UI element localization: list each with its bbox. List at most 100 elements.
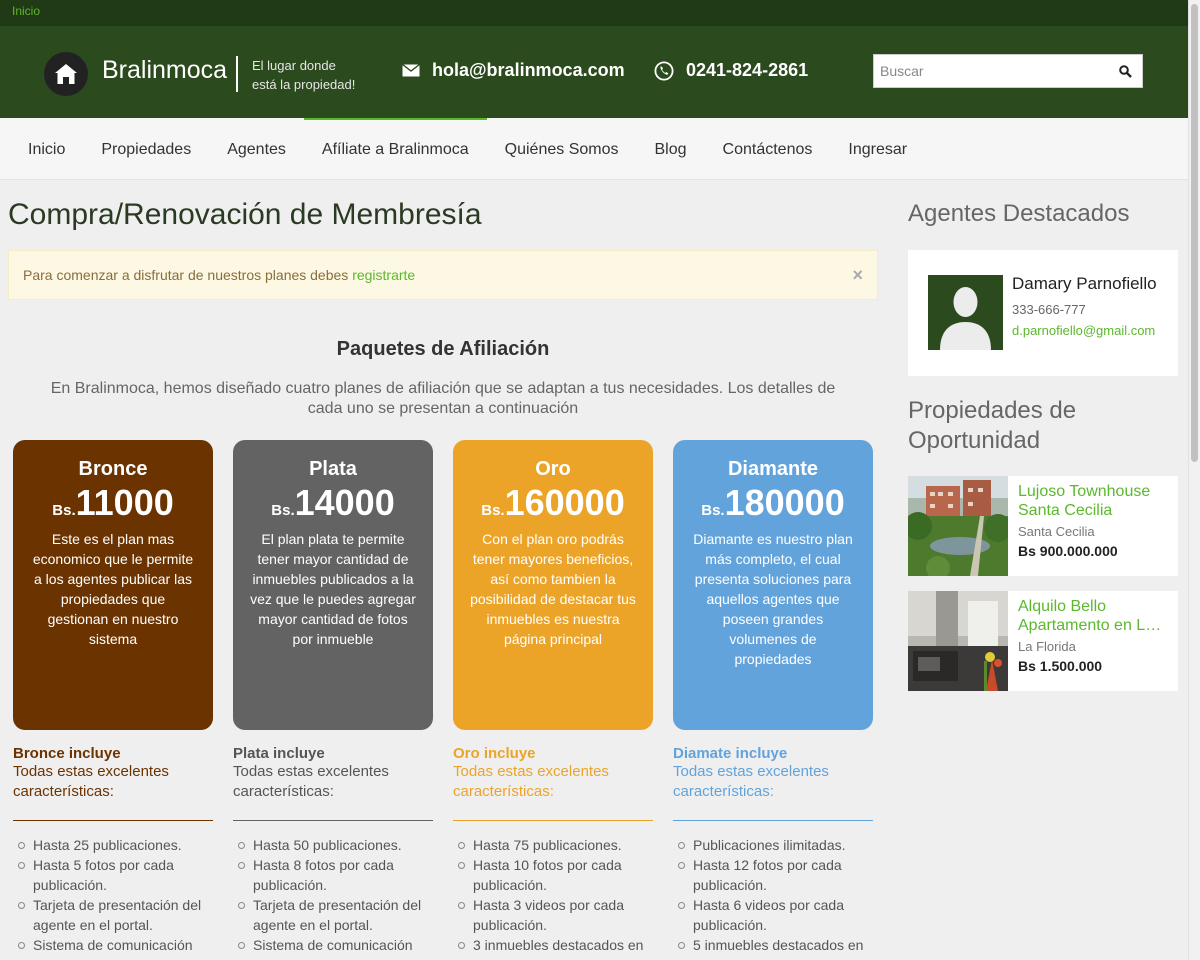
plan-includes-oro: Oro incluye Todas estas excelentes carac… <box>453 745 653 821</box>
search-input[interactable] <box>874 56 1108 86</box>
tagline-line-1: El lugar donde <box>252 58 336 73</box>
list-item: Hasta 3 videos por cada publicación. <box>453 895 653 935</box>
plan-name: Oro <box>535 458 571 480</box>
main-nav: Inicio Propiedades Agentes Afíliate a Br… <box>0 118 1200 180</box>
currency: Bs. <box>271 502 295 519</box>
list-item: Sistema de comunicación <box>13 935 213 955</box>
includes-title: Diamate incluye <box>673 745 788 762</box>
list-item: 3 inmuebles destacados en <box>453 935 653 955</box>
includes-title: Bronce incluye <box>13 745 121 762</box>
search-box <box>873 54 1143 88</box>
property-card[interactable]: Alquilo Bello Apartamento en La Florida … <box>908 591 1178 691</box>
phone-text[interactable]: 0241-824-2861 <box>686 60 808 81</box>
close-icon[interactable]: × <box>852 265 863 286</box>
search-button[interactable] <box>1108 55 1142 87</box>
includes-divider <box>453 820 653 821</box>
includes-title: Plata incluye <box>233 745 325 762</box>
property-title[interactable]: Alquilo Bello Apartamento en La Florida <box>1018 597 1170 635</box>
property-title[interactable]: Lujoso Townhouse Santa Cecilia <box>1018 482 1170 520</box>
breadcrumb-home-link[interactable]: Inicio <box>12 4 40 18</box>
nav-item-quienes-somos[interactable]: Quiénes Somos <box>487 118 637 180</box>
packages-title: Paquetes de Afiliación <box>336 338 550 360</box>
nav-item-inicio[interactable]: Inicio <box>10 118 83 180</box>
brand-name[interactable]: Bralinmoca <box>102 56 227 85</box>
plan-includes-bronce: Bronce incluye Todas estas excelentes ca… <box>13 745 213 821</box>
property-price: Bs 1.500.000 <box>1018 658 1103 674</box>
nav-item-agentes[interactable]: Agentes <box>209 118 304 180</box>
header-email[interactable]: hola@bralinmoca.com <box>402 60 625 81</box>
opportunity-properties-title: Propiedades de Oportunidad <box>908 397 1077 454</box>
list-item: 5 inmuebles destacados en <box>673 935 873 955</box>
register-link[interactable]: registrarte <box>352 267 415 283</box>
list-item: Hasta 12 fotos por cada publicación. <box>673 855 873 895</box>
alert-text: Para comenzar a disfrutar de nuestros pl… <box>23 267 353 283</box>
search-icon <box>1118 64 1132 78</box>
plan-card-plata[interactable]: Plata Bs.14000 El plan plata te permite … <box>233 440 433 730</box>
currency: Bs. <box>701 502 725 519</box>
plan-name: Plata <box>309 458 357 480</box>
scrollbar-thumb[interactable] <box>1191 4 1198 462</box>
list-item: Hasta 25 publicaciones. <box>13 835 213 855</box>
agent-email-link[interactable]: d.parnofiello@gmail.com <box>1012 323 1162 338</box>
feature-list-plata: Hasta 50 publicaciones. Hasta 8 fotos po… <box>233 835 433 955</box>
phone-icon <box>654 60 674 81</box>
plan-name: Diamante <box>727 458 819 480</box>
tagline-line-2: está la propiedad! <box>252 77 356 92</box>
property-info: Alquilo Bello Apartamento en La Florida … <box>1018 597 1170 674</box>
agent-phone: 333-666-777 <box>1012 302 1086 317</box>
feature-list-oro: Hasta 75 publicaciones. Hasta 10 fotos p… <box>453 835 653 955</box>
site-header: Bralinmoca El lugar donde está la propie… <box>0 26 1200 118</box>
agent-name[interactable]: Damary Parnofiello <box>1012 275 1162 293</box>
plan-description: El plan plata te permite tener mayor can… <box>250 531 416 647</box>
plan-price: Bs.14000 <box>233 485 433 529</box>
list-item: Hasta 75 publicaciones. <box>453 835 653 855</box>
plan-name: Bronce <box>78 458 148 480</box>
property-card[interactable]: Lujoso Townhouse Santa Cecilia Santa Cec… <box>908 476 1178 576</box>
page-scrollbar[interactable] <box>1188 0 1200 960</box>
agent-card[interactable]: Damary Parnofiello 333-666-777 d.parnofi… <box>908 250 1178 376</box>
includes-subtitle: Todas estas excelentes características: <box>233 763 389 800</box>
property-location: Santa Cecilia <box>1018 524 1095 539</box>
nav-item-afiliate[interactable]: Afíliate a Bralinmoca <box>303 118 487 180</box>
currency: Bs. <box>52 502 76 519</box>
plan-price: Bs.180000 <box>673 485 873 529</box>
top-bar: Inicio <box>0 0 1200 26</box>
nav-item-propiedades[interactable]: Propiedades <box>83 118 209 180</box>
list-item: Publicaciones ilimitadas. <box>673 835 873 855</box>
price-value: 180000 <box>724 482 845 523</box>
property-image[interactable] <box>908 476 1008 576</box>
includes-subtitle: Todas estas excelentes características: <box>13 763 169 800</box>
currency: Bs. <box>481 502 505 519</box>
includes-divider <box>673 820 873 821</box>
list-item: Tarjeta de presentación del agente en el… <box>233 895 433 935</box>
plan-description: Este es el plan mas economico que le per… <box>32 531 194 647</box>
nav-item-contactenos[interactable]: Contáctenos <box>705 118 831 180</box>
email-text[interactable]: hola@bralinmoca.com <box>432 60 625 81</box>
list-item: Sistema de comunicación <box>233 935 433 955</box>
packages-description: En Bralinmoca, hemos diseñado cuatro pla… <box>50 380 836 417</box>
includes-subtitle: Todas estas excelentes características: <box>673 763 829 800</box>
list-item: Hasta 10 fotos por cada publicación. <box>453 855 653 895</box>
agent-info: Damary Parnofiello 333-666-777 d.parnofi… <box>1012 275 1162 339</box>
plan-includes-diamante: Diamate incluye Todas estas excelentes c… <box>673 745 873 821</box>
list-item: Hasta 5 fotos por cada publicación. <box>13 855 213 895</box>
plan-card-bronce[interactable]: Bronce Bs.11000 Este es el plan mas econ… <box>13 440 213 730</box>
avatar[interactable] <box>928 275 1003 350</box>
home-logo-icon[interactable] <box>44 52 88 96</box>
header-phone[interactable]: 0241-824-2861 <box>654 60 808 81</box>
plan-card-oro[interactable]: Oro Bs.160000 Con el plan oro podrás ten… <box>453 440 653 730</box>
property-price: Bs 900.000.000 <box>1018 543 1118 559</box>
includes-divider <box>13 820 213 821</box>
plan-description: Con el plan oro podrás tener mayores ben… <box>470 531 636 647</box>
feature-list-diamante: Publicaciones ilimitadas. Hasta 12 fotos… <box>673 835 873 955</box>
envelope-icon <box>402 64 420 77</box>
nav-item-ingresar[interactable]: Ingresar <box>830 118 925 180</box>
property-location: La Florida <box>1018 639 1076 654</box>
main-content: Compra/Renovación de Membresía Para come… <box>0 180 1200 960</box>
plan-card-diamante[interactable]: Diamante Bs.180000 Diamante es nuestro p… <box>673 440 873 730</box>
list-item: Hasta 8 fotos por cada publicación. <box>233 855 433 895</box>
property-image[interactable] <box>908 591 1008 691</box>
page-title: Compra/Renovación de Membresía <box>8 198 482 231</box>
nav-item-blog[interactable]: Blog <box>637 118 705 180</box>
list-item: Hasta 6 videos por cada publicación. <box>673 895 873 935</box>
